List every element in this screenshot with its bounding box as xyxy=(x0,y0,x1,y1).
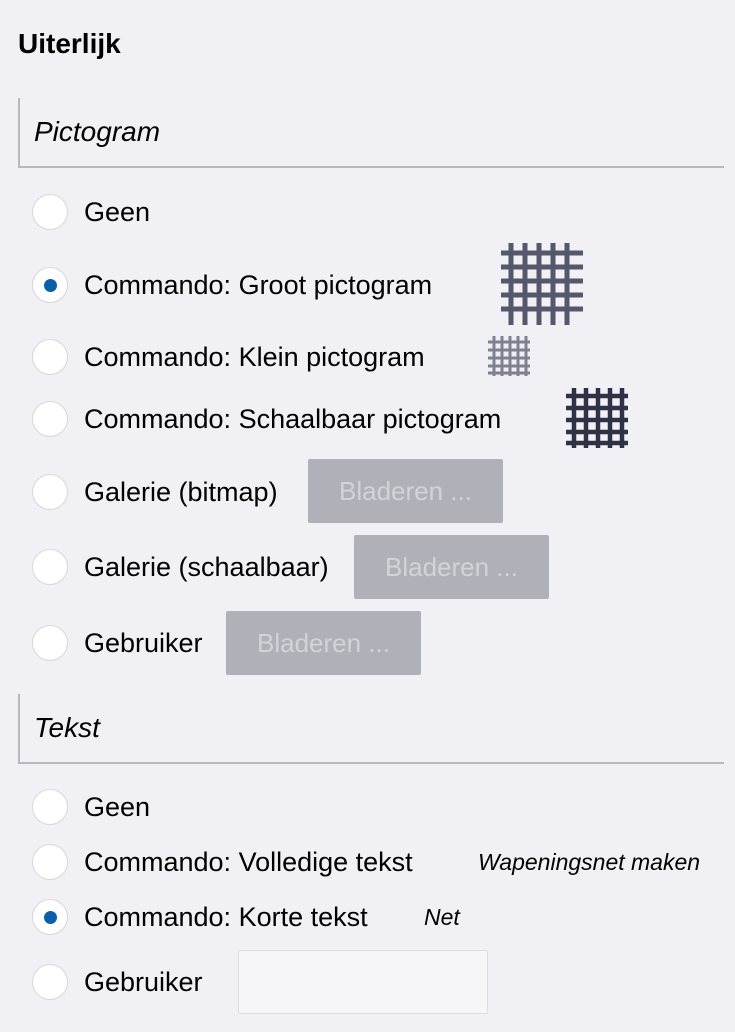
radio-button[interactable] xyxy=(32,844,68,880)
pictogram-section-header: Pictogram xyxy=(18,98,724,168)
radio-label: Galerie (schaalbaar) xyxy=(84,551,329,582)
browse-button-gebruiker[interactable]: Bladeren ... xyxy=(226,611,421,675)
radio-button[interactable] xyxy=(32,549,68,585)
mesh-large-icon xyxy=(501,243,583,325)
radio-galerie-bitmap[interactable]: Galerie (bitmap) xyxy=(32,472,278,512)
radio-label: Geen xyxy=(84,196,151,227)
radio-button[interactable] xyxy=(32,625,68,661)
radio-pictogram-klein[interactable]: Commando: Klein pictogram xyxy=(32,337,425,377)
pictogram-heading: Pictogram xyxy=(34,116,161,147)
radio-label: Commando: Groot pictogram xyxy=(84,269,433,300)
tekst-heading: Tekst xyxy=(34,712,100,743)
radio-label: Galerie (bitmap) xyxy=(84,476,278,507)
radio-tekst-geen[interactable]: Geen xyxy=(32,787,150,827)
radio-tekst-gebruiker[interactable]: Gebruiker xyxy=(32,962,203,1002)
radio-galerie-schaalbaar[interactable]: Galerie (schaalbaar) xyxy=(32,547,329,587)
browse-button-schaalbaar[interactable]: Bladeren ... xyxy=(354,535,549,599)
radio-button[interactable] xyxy=(32,964,68,1000)
radio-label: Gebruiker xyxy=(84,966,203,997)
radio-tekst-volledig[interactable]: Commando: Volledige tekst xyxy=(32,842,413,882)
custom-text-input[interactable] xyxy=(238,950,488,1014)
radio-button[interactable] xyxy=(32,339,68,375)
radio-label: Geen xyxy=(84,791,151,822)
browse-button-bitmap[interactable]: Bladeren ... xyxy=(308,459,503,523)
page-title: Uiterlijk xyxy=(18,28,121,59)
radio-pictogram-groot[interactable]: Commando: Groot pictogram xyxy=(32,265,432,305)
radio-button[interactable] xyxy=(32,194,68,230)
radio-button[interactable] xyxy=(32,899,68,935)
radio-label: Commando: Volledige tekst xyxy=(84,846,413,877)
radio-button[interactable] xyxy=(32,474,68,510)
radio-pictogram-gebruiker[interactable]: Gebruiker xyxy=(32,623,203,663)
radio-label: Gebruiker xyxy=(84,627,203,658)
radio-label: Commando: Korte tekst xyxy=(84,901,368,932)
radio-button[interactable] xyxy=(32,789,68,825)
radio-label: Commando: Schaalbaar pictogram xyxy=(84,403,502,434)
mesh-scalable-icon xyxy=(566,388,628,448)
radio-button[interactable] xyxy=(32,401,68,437)
radio-button[interactable] xyxy=(32,267,68,303)
mesh-small-icon xyxy=(488,336,530,376)
full-text-preview: Wapeningsnet maken xyxy=(478,849,701,875)
short-text-preview: Net xyxy=(424,904,460,930)
radio-tekst-kort[interactable]: Commando: Korte tekst xyxy=(32,897,368,937)
radio-pictogram-geen[interactable]: Geen xyxy=(32,192,150,232)
tekst-section-header: Tekst xyxy=(18,694,724,764)
radio-pictogram-schaalbaar[interactable]: Commando: Schaalbaar pictogram xyxy=(32,399,501,439)
radio-label: Commando: Klein pictogram xyxy=(84,341,425,372)
